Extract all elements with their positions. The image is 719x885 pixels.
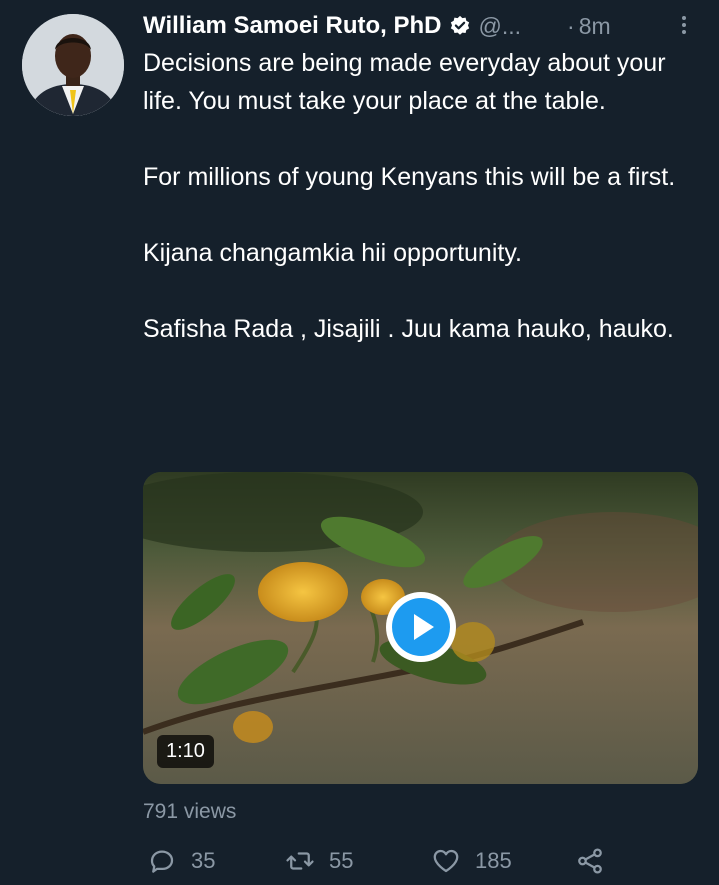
retweet-count: 55 [329, 848, 354, 873]
avatar-image [22, 14, 124, 116]
retweet-icon [286, 852, 314, 870]
separator-dot: · [567, 12, 575, 39]
like-button[interactable]: 185 [431, 846, 512, 876]
tweet-header: William Samoei Ruto, PhD @... · 8m [143, 8, 689, 44]
play-icon [392, 598, 450, 656]
retweet-button[interactable]: 55 [285, 846, 353, 876]
like-count: 185 [475, 848, 512, 873]
tweet-paragraph: Kijana changamkia hii opportunity. [143, 239, 522, 267]
tweet-paragraph: Safisha Rada , Jisajili . Juu kama hauko… [143, 315, 674, 343]
tweet-paragraph: Decisions are being made everyday about … [143, 49, 666, 115]
like-icon [433, 849, 459, 873]
avatar[interactable] [22, 14, 124, 116]
author-handle[interactable]: @... [479, 13, 522, 40]
author-name[interactable]: William Samoei Ruto, PhD [143, 12, 442, 40]
video-duration-badge: 1:10 [157, 735, 214, 768]
reply-button[interactable]: 35 [147, 846, 215, 876]
tweet-timestamp[interactable]: 8m [579, 13, 611, 40]
reply-icon [150, 850, 174, 873]
video-player[interactable]: 1:10 [143, 472, 698, 784]
play-button[interactable] [386, 592, 456, 662]
tweet-paragraph: For millions of young Kenyans this will … [143, 163, 676, 191]
more-options-icon[interactable] [679, 13, 689, 39]
share-icon [578, 848, 602, 874]
verified-badge-icon [449, 15, 471, 37]
reply-count: 35 [191, 848, 216, 873]
tweet-text: Decisions are being made everyday about … [143, 44, 703, 386]
view-count[interactable]: 791 views [143, 800, 236, 824]
share-button[interactable] [575, 846, 605, 876]
